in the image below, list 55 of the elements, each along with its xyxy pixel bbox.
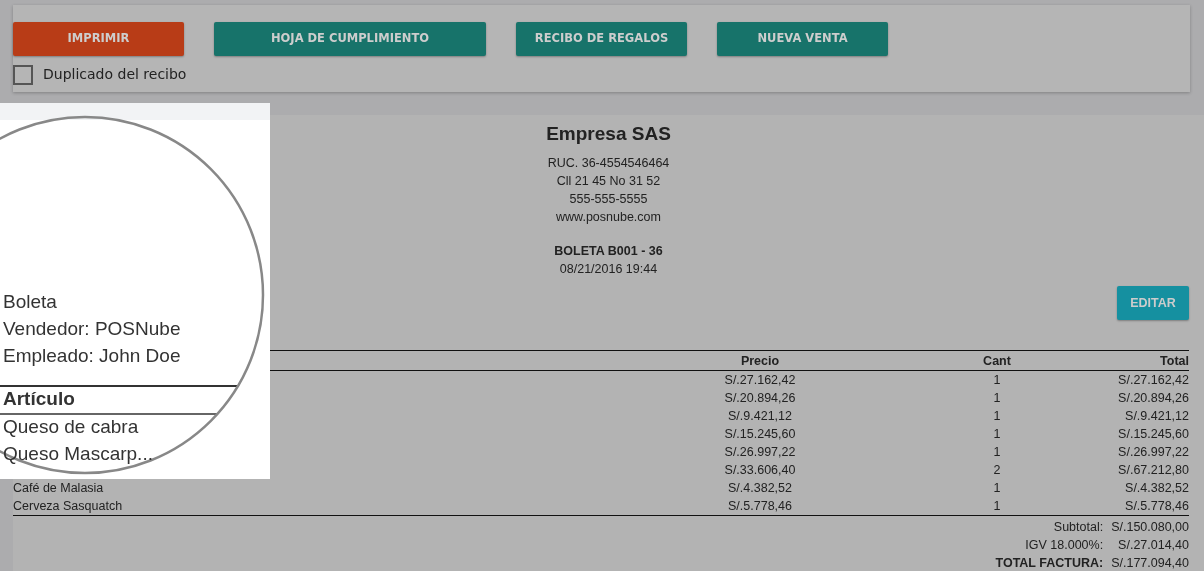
table-cell: S/.20.894,26 (724, 391, 796, 405)
company-info: 555-555-5555 (568, 191, 649, 208)
total-value: S/.177.094,40 (1111, 556, 1189, 570)
table-cell: 1 (993, 499, 1001, 513)
total-label: TOTAL FACTURA: (995, 556, 1104, 570)
table-cell: S/.20.894,26 (1118, 391, 1189, 405)
table-cell: S/.5.778,46 (728, 499, 792, 513)
column-header: Total (1040, 350, 1189, 371)
company-info: Cll 21 45 No 31 52 (555, 173, 662, 190)
table-cell: 1 (993, 427, 1001, 441)
edit-button[interactable]: EDITAR (1117, 286, 1189, 320)
table-cell: S/.9.421,12 (728, 409, 792, 423)
checkbox-label: Duplicado del recibo (43, 65, 187, 84)
action-button[interactable]: NUEVA VENTA (717, 22, 888, 56)
table-cell: S/.67.212,80 (1118, 463, 1189, 477)
table-cell: S/.33.606,40 (724, 463, 796, 477)
table-cell: 1 (993, 373, 1001, 387)
magnified-text: Empleado: John Doe (3, 345, 181, 367)
table-cell: Café de Malasia (13, 481, 104, 495)
magnified-column-header: Artículo (3, 388, 75, 410)
magnified-text: Boleta (3, 291, 57, 313)
table-cell: S/.5.778,46 (1125, 499, 1189, 513)
total-value: S/.150.080,00 (1111, 520, 1189, 534)
total-value: S/.27.014,40 (1118, 538, 1189, 552)
table-cell: 1 (993, 481, 1001, 495)
table-cell: S/.9.421,12 (1125, 409, 1189, 423)
document-datetime: 08/21/2016 19:44 (558, 261, 659, 278)
column-header: Precio (566, 350, 954, 371)
company-info: www.posnube.com (555, 209, 662, 226)
total-label: Subtotal: (1053, 520, 1104, 534)
company-name: Empresa SAS (545, 122, 672, 146)
magnified-row-text: Queso Mascarp... (3, 443, 153, 465)
total-label: IGV 18.000%: (1025, 538, 1104, 552)
table-cell: S/.15.245,60 (1118, 427, 1189, 441)
table-cell: S/.27.162,42 (1118, 373, 1189, 387)
magnified-text: Vendedor: POSNube (3, 318, 181, 340)
table-cell: S/.27.162,42 (724, 373, 796, 387)
table-cell: S/.4.382,52 (728, 481, 792, 495)
table-cell: S/.4.382,52 (1125, 481, 1189, 495)
table-cell: 1 (993, 391, 1001, 405)
action-button[interactable]: HOJA DE CUMPLIMIENTO (214, 22, 486, 56)
table-cell: S/.26.997,22 (724, 445, 796, 459)
magnified-row-text: Queso de cabra (3, 416, 139, 438)
table-cell: 1 (993, 409, 1001, 423)
action-button[interactable]: RECIBO DE REGALOS (516, 22, 687, 56)
table-cell: S/.15.245,60 (724, 427, 796, 441)
table-cell: 1 (993, 445, 1001, 459)
table-cell: Cerveza Sasquatch (13, 499, 123, 513)
column-header: Cant (954, 350, 1040, 371)
document-number: BOLETA B001 - 36 (553, 243, 664, 260)
checkbox[interactable] (13, 64, 33, 85)
table-cell: S/.26.997,22 (1118, 445, 1189, 459)
table-cell: 2 (993, 463, 1001, 477)
company-info: RUC. 36-4554546464 (546, 155, 671, 172)
action-button[interactable]: IMPRIMIR (13, 22, 184, 56)
